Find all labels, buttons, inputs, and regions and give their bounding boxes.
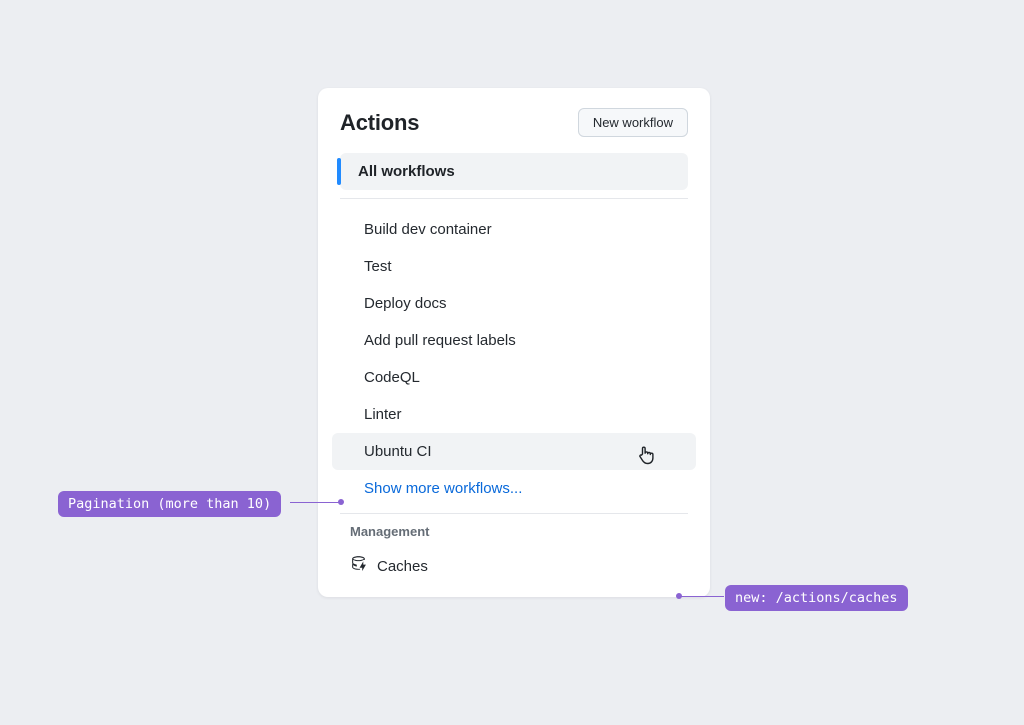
annotation-dot bbox=[676, 593, 682, 599]
workflow-list: Build dev container Test Deploy docs Add… bbox=[318, 211, 710, 499]
actions-panel: Actions New workflow All workflows Build… bbox=[318, 88, 710, 597]
pointer-cursor-icon bbox=[638, 445, 654, 470]
annotation-connector bbox=[290, 502, 340, 503]
new-workflow-button[interactable]: New workflow bbox=[578, 108, 688, 137]
panel-title: Actions bbox=[340, 110, 419, 136]
workflow-item[interactable]: CodeQL bbox=[332, 359, 696, 396]
workflow-item[interactable]: Ubuntu CI bbox=[332, 433, 696, 470]
workflow-item[interactable]: Build dev container bbox=[332, 211, 696, 248]
workflow-item[interactable]: Add pull request labels bbox=[332, 322, 696, 359]
show-more-workflows-link[interactable]: Show more workflows... bbox=[332, 472, 696, 499]
management-heading: Management bbox=[318, 524, 710, 549]
annotation-connector bbox=[678, 596, 724, 597]
divider bbox=[340, 198, 688, 199]
annotation-pagination: Pagination (more than 10) bbox=[58, 491, 281, 517]
workflow-item[interactable]: Linter bbox=[332, 396, 696, 433]
workflow-item[interactable]: Deploy docs bbox=[332, 285, 696, 322]
annotation-dot bbox=[338, 499, 344, 505]
panel-header: Actions New workflow bbox=[318, 108, 710, 153]
nav-caches[interactable]: Caches bbox=[318, 549, 710, 589]
caches-label: Caches bbox=[377, 558, 428, 575]
workflow-item-label: Ubuntu CI bbox=[364, 443, 432, 460]
workflow-item[interactable]: Test bbox=[332, 248, 696, 285]
database-icon bbox=[350, 555, 367, 577]
all-workflows-label: All workflows bbox=[350, 163, 455, 180]
nav-all-workflows[interactable]: All workflows bbox=[340, 153, 688, 190]
active-indicator bbox=[337, 158, 341, 185]
annotation-caches-route: new: /actions/caches bbox=[725, 585, 908, 611]
divider bbox=[340, 513, 688, 514]
